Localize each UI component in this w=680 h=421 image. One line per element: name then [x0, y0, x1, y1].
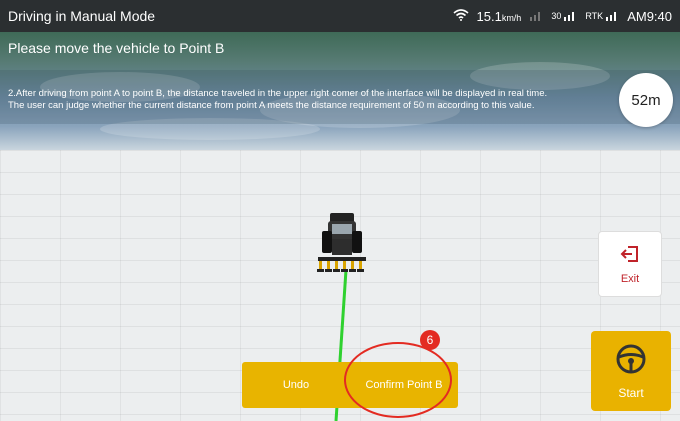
step-number-badge: 6 [420, 330, 440, 350]
highlight-circle [344, 342, 452, 418]
tractor-icon [314, 207, 370, 280]
exit-icon [620, 244, 640, 267]
exit-button[interactable]: Exit [598, 231, 662, 297]
start-label: Start [618, 385, 644, 400]
undo-button[interactable]: Undo [242, 362, 350, 408]
exit-label: Exit [620, 272, 640, 285]
start-button[interactable]: Start [591, 331, 671, 411]
steering-wheel-icon [615, 343, 647, 378]
